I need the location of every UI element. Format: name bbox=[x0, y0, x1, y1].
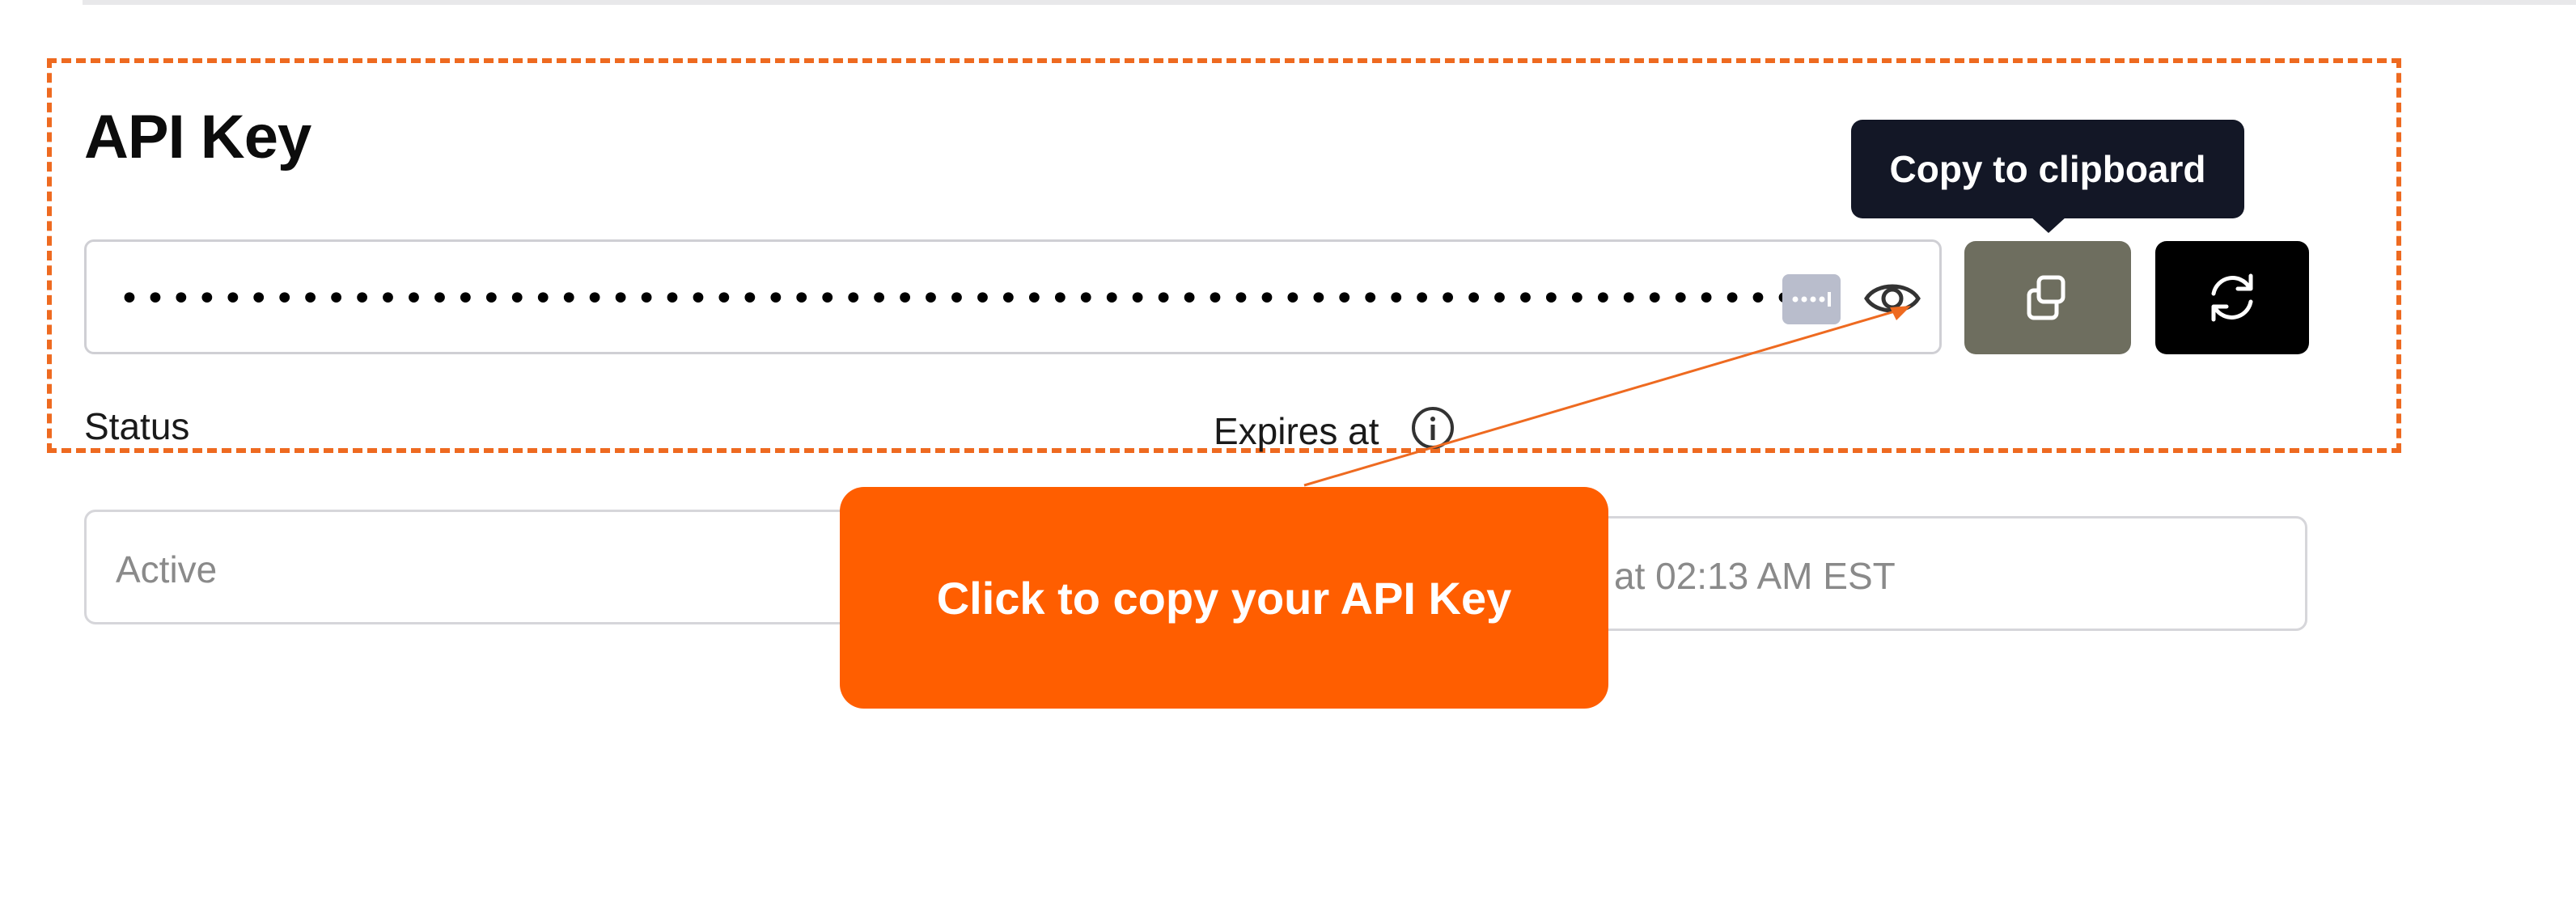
callout-bubble: Click to copy your API Key bbox=[840, 487, 1608, 709]
tooltip-arrow bbox=[2031, 217, 2066, 233]
expires-at-value: at 02:13 AM EST bbox=[1614, 555, 1896, 597]
status-field[interactable]: Active bbox=[84, 510, 893, 624]
api-key-input[interactable] bbox=[119, 274, 1826, 323]
expires-at-label: Expires at bbox=[1214, 410, 1379, 452]
copy-tooltip: Copy to clipboard bbox=[1851, 120, 2244, 218]
callout-text: Click to copy your API Key bbox=[936, 572, 1512, 624]
password-manager-icon[interactable] bbox=[1782, 274, 1841, 324]
copy-button[interactable] bbox=[1964, 241, 2131, 354]
expires-at-field[interactable]: at 02:13 AM EST bbox=[1586, 516, 2307, 631]
page-title: API Key bbox=[84, 103, 311, 171]
status-label: Status bbox=[84, 405, 190, 447]
copy-icon bbox=[2027, 275, 2065, 320]
top-divider bbox=[83, 0, 2576, 5]
regenerate-key-button[interactable] bbox=[2155, 241, 2309, 354]
api-key-field[interactable] bbox=[84, 239, 1942, 354]
eye-icon[interactable] bbox=[1862, 273, 1923, 324]
status-value: Active bbox=[116, 548, 218, 590]
refresh-icon bbox=[2211, 273, 2253, 322]
info-icon[interactable] bbox=[1409, 404, 1456, 451]
